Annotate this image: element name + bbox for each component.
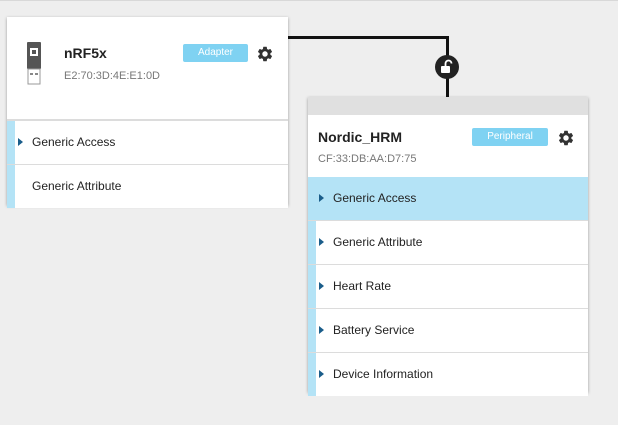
expand-caret-icon[interactable]	[319, 326, 324, 334]
peripheral-card: Nordic_HRM CF:33:DB:AA:D7:75 Peripheral …	[308, 97, 588, 396]
expand-caret-icon[interactable]	[319, 194, 324, 202]
usb-dongle-icon	[26, 42, 42, 90]
row-accent-bar	[308, 353, 316, 396]
service-label: Generic Access	[32, 135, 116, 149]
row-accent-bar	[7, 121, 15, 164]
expand-caret-icon[interactable]	[18, 138, 23, 146]
adapter-service-generic-access[interactable]: Generic Access	[7, 120, 288, 164]
row-accent-bar	[308, 265, 316, 308]
gear-icon[interactable]	[256, 45, 274, 63]
service-label: Device Information	[333, 367, 434, 381]
adapter-name: nRF5x	[64, 45, 107, 61]
top-border	[0, 0, 618, 1]
peripheral-badge: Peripheral	[472, 128, 548, 146]
expand-caret-icon[interactable]	[319, 238, 324, 246]
peripheral-service-heart-rate[interactable]: Heart Rate	[308, 264, 588, 308]
adapter-address: E2:70:3D:4E:E1:0D	[64, 70, 161, 82]
service-label: Battery Service	[333, 323, 415, 337]
adapter-service-generic-attribute[interactable]: Generic Attribute	[7, 164, 288, 208]
peripheral-service-battery-service[interactable]: Battery Service	[308, 308, 588, 352]
row-accent-bar	[308, 309, 316, 352]
row-accent-bar	[308, 221, 316, 264]
service-label: Generic Attribute	[333, 235, 423, 249]
peripheral-address: CF:33:DB:AA:D7:75	[318, 153, 417, 165]
peripheral-card-strip	[308, 97, 588, 115]
peripheral-service-device-information[interactable]: Device Information	[308, 352, 588, 396]
row-accent-bar	[7, 165, 15, 208]
service-label: Generic Attribute	[32, 179, 122, 193]
adapter-header: nRF5x E2:70:3D:4E:E1:0D Adapter	[7, 17, 288, 120]
peripheral-header: Nordic_HRM CF:33:DB:AA:D7:75 Peripheral	[308, 115, 588, 177]
connection-line-horizontal	[288, 36, 449, 39]
expand-caret-icon[interactable]	[319, 282, 324, 290]
adapter-badge: Adapter	[183, 44, 248, 62]
service-label: Generic Access	[333, 191, 417, 205]
gear-icon[interactable]	[557, 129, 575, 147]
peripheral-service-generic-access[interactable]: Generic Access	[308, 177, 588, 220]
service-label: Heart Rate	[333, 279, 392, 293]
expand-caret-icon[interactable]	[319, 370, 324, 378]
peripheral-name: Nordic_HRM	[318, 129, 403, 145]
adapter-card: nRF5x E2:70:3D:4E:E1:0D Adapter Generic …	[7, 17, 288, 208]
peripheral-service-generic-attribute[interactable]: Generic Attribute	[308, 220, 588, 264]
unlocked-padlock-icon[interactable]	[435, 55, 459, 79]
